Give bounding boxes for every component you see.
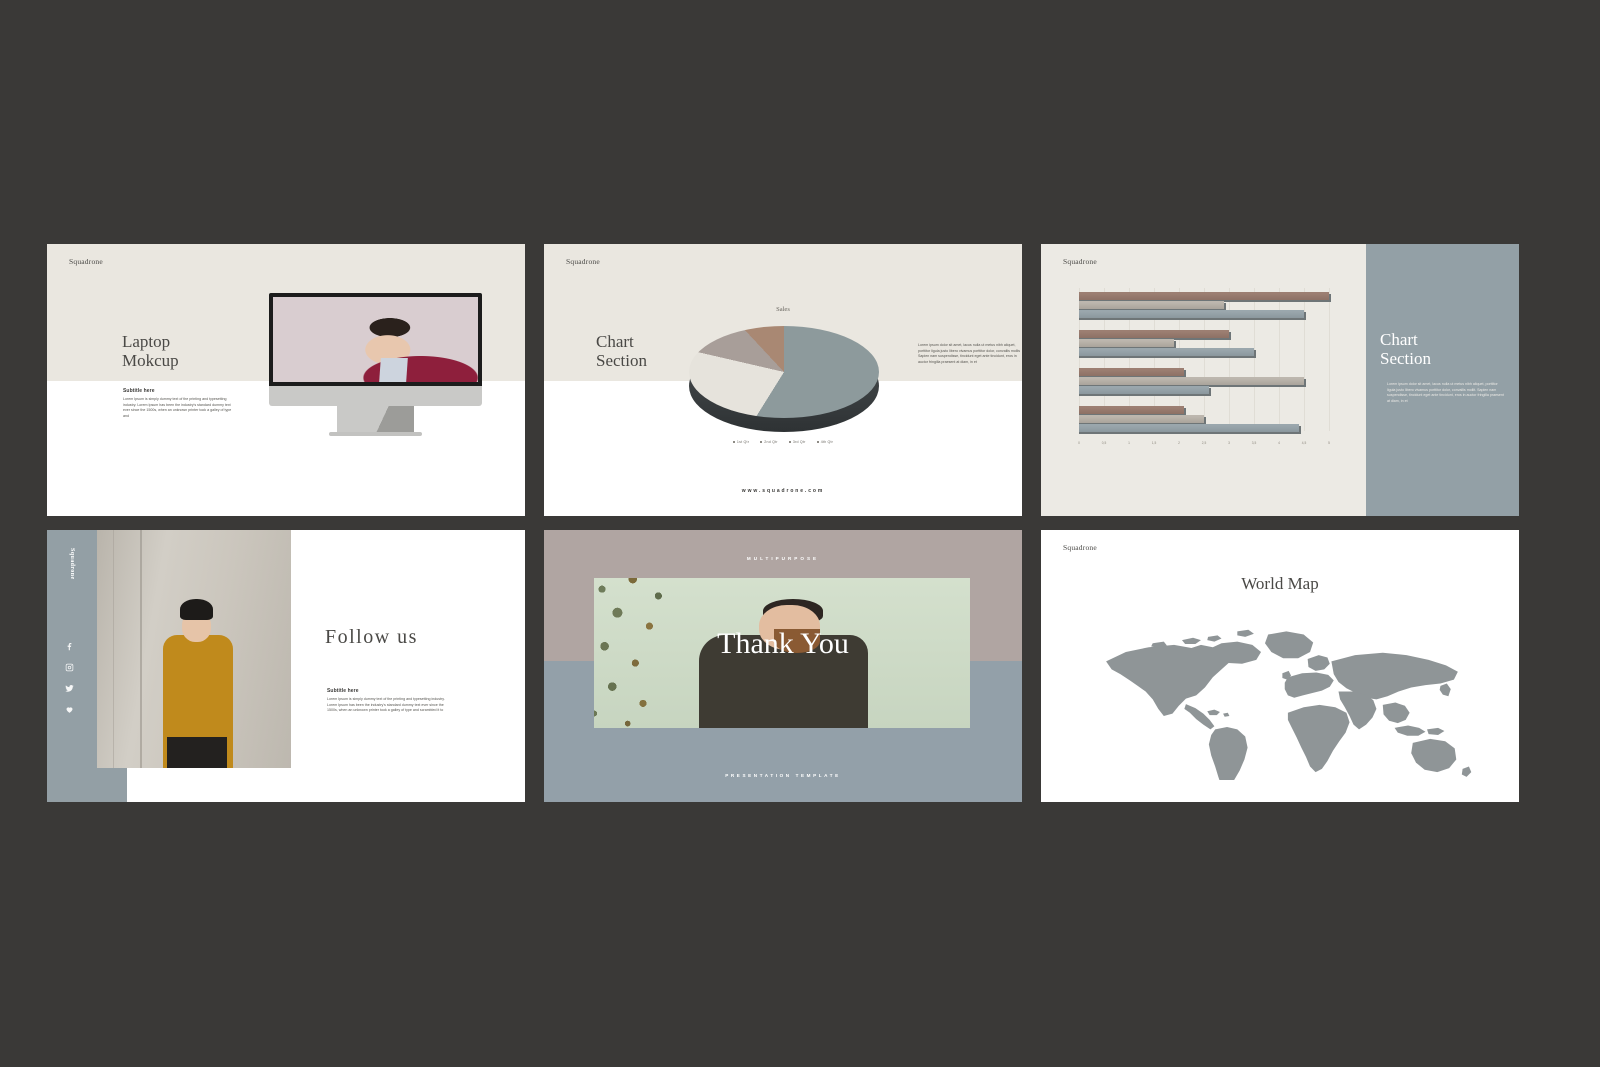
slide3-title-line2: Section [1380, 349, 1431, 369]
slide2-copy-block: Lorem ipsum dolor sit amet, lacus nulla … [918, 343, 1022, 365]
slide2-title: Chart Section [596, 332, 647, 370]
slide-world-map[interactable]: Squadrone World Map [1041, 530, 1519, 802]
social-icon-list [65, 642, 74, 714]
bar-series3-cat1 [1079, 292, 1331, 302]
x-tick-6: 3 [1228, 441, 1230, 445]
monitor-stand [337, 406, 414, 432]
slide6-title: World Map [1241, 574, 1319, 593]
pie-chart [689, 326, 879, 442]
brand-logo: Squadrone [69, 257, 103, 266]
slide5-footer: PRESENTATION TEMPLATE [725, 773, 841, 778]
instagram-icon[interactable] [65, 663, 74, 672]
slide3-copy-block: Lorem ipsum dolor sit amet, lacus nulla … [1387, 382, 1505, 404]
x-tick-8: 4 [1278, 441, 1280, 445]
bar-series2-cat2 [1079, 339, 1176, 349]
slide-chart-section-bar[interactable]: Squadrone 0 0,5 1 1,5 2 2,5 3 3,5 4 4,5 … [1041, 244, 1519, 516]
monitor-neck [269, 386, 482, 406]
slide-follow-us[interactable]: Squadrone Follow us Subtitle here Lorem … [47, 530, 525, 802]
bar-series3-cat3 [1079, 368, 1186, 378]
slide4-copy-block: Subtitle here Lorem Ipsum is simply dumm… [327, 688, 451, 714]
legend-marker-icon [816, 441, 819, 444]
bar-chart: 0 0,5 1 1,5 2 2,5 3 3,5 4 4,5 5 [1078, 288, 1331, 453]
legend-marker-icon [732, 441, 735, 444]
bar-series1-cat2 [1079, 348, 1256, 358]
slide2-body: Lorem ipsum dolor sit amet, lacus nulla … [918, 343, 1021, 364]
bar-series3-cat2 [1079, 330, 1231, 340]
bar-series1-cat4 [1079, 424, 1301, 434]
slide4-title: Follow us [325, 626, 418, 648]
x-tick-2: 1 [1128, 441, 1130, 445]
brand-logo: Squadrone [1063, 543, 1097, 552]
x-tick-3: 1,5 [1151, 441, 1157, 445]
bar-series3-cat4 [1079, 406, 1186, 416]
slide1-copy-block: Subtitle here Lorem Ipsum is simply dumm… [123, 388, 238, 419]
legend-item-3: 3rd Qtr [788, 440, 806, 444]
x-tick-7: 3,5 [1251, 441, 1257, 445]
slide1-title: Laptop Mokcup [122, 332, 179, 370]
slide5-headline: Thank You [717, 627, 849, 660]
monitor-mockup [269, 293, 482, 436]
x-tick-4: 2 [1178, 441, 1180, 445]
bar-series2-cat4 [1079, 415, 1206, 425]
bar-series1-cat1 [1079, 310, 1306, 320]
slide4-body: Lorem Ipsum is simply dummy text of the … [327, 697, 445, 713]
heart-icon[interactable] [65, 705, 74, 714]
x-tick-1: 0,5 [1101, 441, 1107, 445]
slide2-title-line2: Section [596, 351, 647, 371]
legend-marker-icon [788, 441, 791, 444]
legend-marker-icon [760, 441, 763, 444]
slide5-kicker: MULTIPURPOSE [746, 556, 820, 561]
bar-series1-cat3 [1079, 386, 1211, 396]
bar-chart-x-axis: 0 0,5 1 1,5 2 2,5 3 3,5 4 4,5 5 [1078, 441, 1330, 453]
legend-item-2: 2nd Qtr [760, 440, 777, 444]
monitor-screen [273, 297, 478, 382]
brand-logo: Squadrone [1063, 257, 1097, 266]
slide2-title-line1: Chart [596, 332, 634, 351]
world-map-graphic [1063, 614, 1497, 780]
pie-chart-legend: 1st Qtr 2nd Qtr 3rd Qtr 4th Qtr [544, 440, 1022, 444]
bar-group-3 [1079, 368, 1329, 398]
x-tick-9: 4,5 [1301, 441, 1307, 445]
brand-logo: Squadrone [566, 257, 600, 266]
legend-item-4: 4th Qtr [816, 440, 833, 444]
bar-series2-cat1 [1079, 301, 1226, 311]
x-tick-5: 2,5 [1201, 441, 1207, 445]
slide2-website-url[interactable]: www.squadrone.com [544, 488, 1022, 494]
screen-photo-man-in-suit [273, 297, 478, 382]
slide1-subtitle: Subtitle here [123, 388, 155, 394]
slide-chart-section-pie[interactable]: Squadrone Chart Section Sales 1st Qtr 2n… [544, 244, 1022, 516]
bar-group-4 [1079, 406, 1329, 436]
slide3-body: Lorem ipsum dolor sit amet, lacus nulla … [1387, 382, 1504, 403]
world-map-svg [1106, 629, 1472, 780]
slide-laptop-mockup[interactable]: Squadrone Laptop Mokcup Subtitle here Lo… [47, 244, 525, 516]
facebook-icon[interactable] [65, 642, 74, 651]
slide4-subtitle: Subtitle here [327, 688, 359, 694]
monitor-base [329, 432, 422, 436]
slide1-title-line2: Mokcup [122, 351, 179, 371]
x-tick-0: 0 [1078, 441, 1080, 445]
slide3-slate-panel [1366, 244, 1519, 516]
slide1-title-line1: Laptop [122, 332, 171, 351]
pie-chart-surface [689, 326, 879, 418]
twitter-icon[interactable] [65, 684, 74, 693]
slide-deck: Squadrone Laptop Mokcup Subtitle here Lo… [47, 244, 1522, 802]
slide3-title: Chart Section [1380, 330, 1505, 368]
x-tick-10: 5 [1328, 441, 1330, 445]
brand-logo-vertical: Squadrone [69, 548, 75, 580]
monitor-bezel [269, 293, 482, 396]
legend-item-1: 1st Qtr [732, 440, 749, 444]
bar-series2-cat3 [1079, 377, 1306, 387]
bar-group-2 [1079, 330, 1329, 360]
slide3-title-line1: Chart [1380, 330, 1418, 349]
bar-group-1 [1079, 292, 1331, 322]
pie-chart-title: Sales [776, 306, 790, 313]
photo-young-man-wall [97, 530, 291, 768]
slide1-body: Lorem Ipsum is simply dummy text of the … [123, 397, 232, 418]
slide-thank-you[interactable]: MULTIPURPOSE Thank You PRESENTATION TEMP… [544, 530, 1022, 802]
